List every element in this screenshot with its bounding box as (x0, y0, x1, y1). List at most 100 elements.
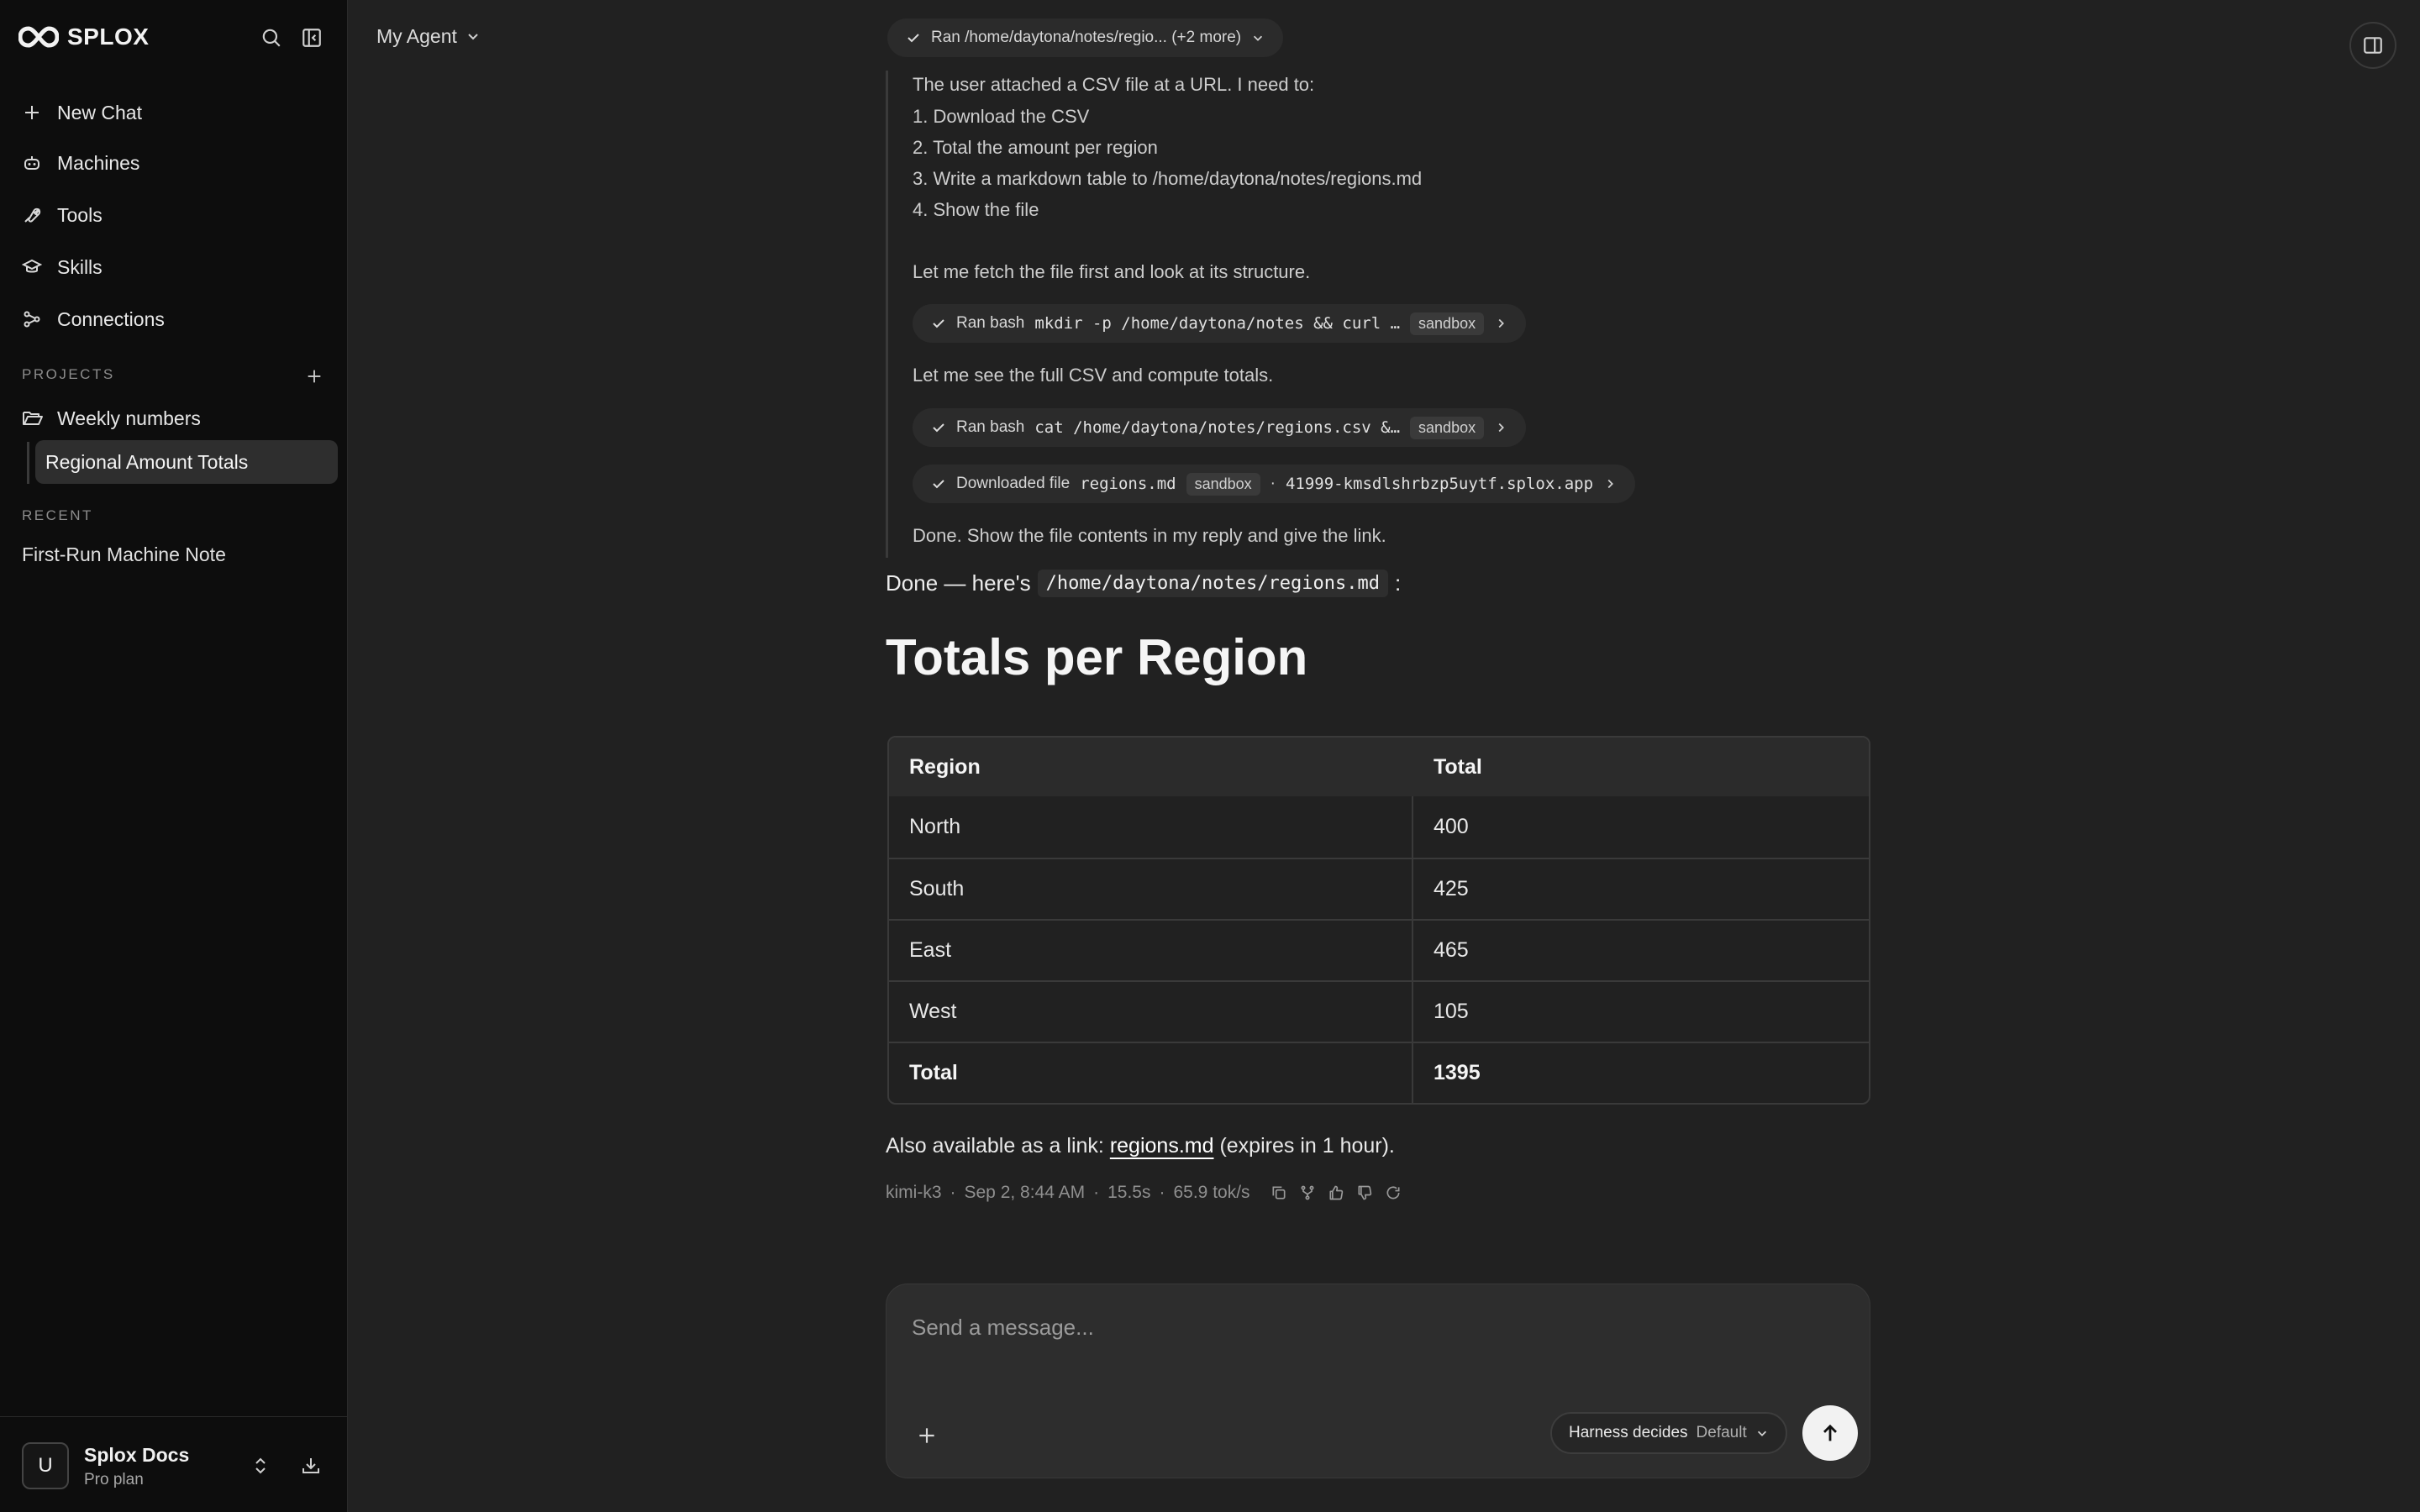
collapse-sidebar-button[interactable] (297, 24, 326, 52)
sandbox-tag: sandbox (1186, 472, 1260, 496)
sandbox-tag: sandbox (1410, 312, 1485, 335)
account-switcher-button[interactable] (245, 1451, 276, 1481)
recent-chat-item[interactable]: First-Run Machine Note (22, 538, 226, 571)
project-weekly-numbers[interactable]: Weekly numbers (22, 402, 201, 435)
search-button[interactable] (257, 24, 286, 52)
harness-label: Harness decides (1569, 1424, 1688, 1441)
chevron-up-down-icon (255, 1457, 266, 1474)
sandbox-host: 41999-kmsdlshrbzp5uytf.splox.app (1285, 475, 1594, 493)
thinking-text: 4. Show the file (913, 199, 1039, 220)
separator-dot: · (1270, 475, 1276, 492)
table-header-cell: Region (909, 754, 981, 779)
nav-new-chat[interactable]: New Chat (22, 94, 142, 131)
message-meta: kimi-k3 · Sep 2, 8:44 AM · 15.5s · 65.9 … (886, 1183, 1402, 1203)
recent-section-label: RECENT (22, 507, 93, 523)
attach-button[interactable] (910, 1419, 944, 1452)
table-cell-region: South (889, 859, 1413, 919)
table-total-row: Total 1395 (889, 1042, 1869, 1103)
nav-label: Machines (57, 151, 140, 174)
table-cell-region: West (889, 982, 1413, 1042)
tool-call-prefix: Downloaded file (956, 475, 1071, 492)
regions-md-link[interactable]: regions.md (1110, 1134, 1214, 1158)
thumbs-up-icon[interactable] (1328, 1184, 1344, 1201)
nav-label: Connections (57, 307, 165, 330)
harness-value: Default (1696, 1424, 1747, 1441)
search-icon (262, 29, 281, 47)
project-label: Weekly numbers (57, 407, 201, 429)
tool-call-prefix: Ran bash (956, 314, 1025, 332)
app-logo[interactable]: SPLOX (18, 22, 149, 52)
app-name: SPLOX (67, 24, 150, 50)
table-row: South 425 (889, 858, 1869, 919)
table-cell-total: 1395 (1434, 1061, 1481, 1084)
message-duration: 15.5s (1107, 1183, 1151, 1202)
harness-selector[interactable]: Harness decides Default (1550, 1412, 1787, 1454)
download-button[interactable] (296, 1451, 326, 1481)
table-cell-region: East (889, 921, 1413, 980)
robot-icon (24, 156, 39, 170)
account-name[interactable]: Splox Docs (84, 1444, 189, 1467)
avatar[interactable]: U (22, 1442, 69, 1489)
nav-skills[interactable]: Skills (22, 249, 103, 286)
check-icon (933, 423, 944, 433)
tool-call-pill[interactable]: Ran bash mkdir -p /home/daytona/notes &&… (913, 304, 1527, 343)
table-row: West 105 (889, 980, 1869, 1042)
thinking-text: 1. Download the CSV (913, 106, 1090, 127)
plus-icon (919, 1428, 934, 1443)
model-name: kimi-k3 (886, 1183, 942, 1202)
account-footer: U Splox Docs Pro plan (0, 1416, 348, 1512)
connections-icon (24, 311, 40, 328)
recent-chat-label: First-Run Machine Note (22, 543, 226, 565)
regenerate-icon[interactable] (1385, 1184, 1402, 1201)
branch-icon[interactable] (1299, 1184, 1316, 1201)
side-panel-icon (2364, 37, 2382, 54)
table-cell-region: North (889, 796, 1413, 858)
tree-line (27, 442, 29, 484)
tool-call-command: mkdir -p /home/daytona/notes && curl … (1034, 314, 1401, 333)
tool-call-pill[interactable]: Ran bash cat /home/daytona/notes/regions… (913, 408, 1527, 447)
wrench-icon (24, 207, 41, 223)
add-project-button[interactable] (301, 363, 328, 390)
check-icon (933, 480, 944, 489)
plus-icon (308, 370, 321, 383)
project-chat-regional-amount-totals[interactable]: Regional Amount Totals (35, 440, 338, 484)
send-button[interactable] (1802, 1405, 1858, 1461)
message-speed: 65.9 tok/s (1173, 1183, 1250, 1202)
check-icon (908, 34, 919, 43)
chevron-down-icon (468, 34, 478, 40)
agent-selector[interactable]: My Agent (376, 22, 481, 50)
chevron-right-icon (1498, 423, 1505, 433)
nav-label: Tools (57, 203, 103, 226)
tool-summary-pill[interactable]: Ran /home/daytona/notes/regio... (+2 mor… (887, 18, 1284, 57)
copy-icon[interactable] (1270, 1184, 1287, 1201)
nav-machines[interactable]: Machines (22, 144, 139, 181)
table-cell-total: 105 (1434, 1000, 1469, 1023)
nav-connections[interactable]: Connections (22, 301, 165, 338)
message-composer: Harness decides Default (886, 1284, 1870, 1478)
table-cell-region: Total (889, 1043, 1413, 1103)
plus-icon (25, 106, 39, 119)
thinking-block-bar (886, 71, 888, 558)
thinking-text: 3. Write a markdown table to /home/dayto… (913, 168, 1423, 189)
chevron-right-icon (1498, 318, 1505, 328)
downloaded-file-pill[interactable]: Downloaded file regions.md sandbox · 419… (913, 465, 1636, 503)
message-input[interactable] (912, 1306, 1836, 1348)
table-row: East 465 (889, 919, 1869, 980)
chevron-down-icon (1757, 1431, 1766, 1436)
agent-name: My Agent (376, 24, 457, 47)
thumbs-down-icon[interactable] (1356, 1184, 1373, 1201)
download-icon (302, 1458, 319, 1473)
reply-file-path: /home/daytona/notes/regions.md (1037, 570, 1388, 597)
table-cell-total: 400 (1434, 815, 1469, 838)
table-row: North 400 (889, 796, 1869, 858)
chat-label: Regional Amount Totals (45, 450, 249, 473)
sandbox-tag: sandbox (1410, 416, 1485, 439)
toggle-side-panel-button[interactable] (2349, 22, 2396, 69)
graduation-cap-icon (22, 259, 42, 273)
link-line: Also available as a link: regions.md (ex… (886, 1134, 1395, 1158)
reply-colon: : (1394, 570, 1402, 596)
nav-tools[interactable]: Tools (22, 197, 103, 234)
chevron-right-icon (1607, 479, 1613, 489)
thinking-text: Let me fetch the file first and look at … (913, 261, 1311, 282)
chevron-down-icon (1254, 35, 1263, 41)
